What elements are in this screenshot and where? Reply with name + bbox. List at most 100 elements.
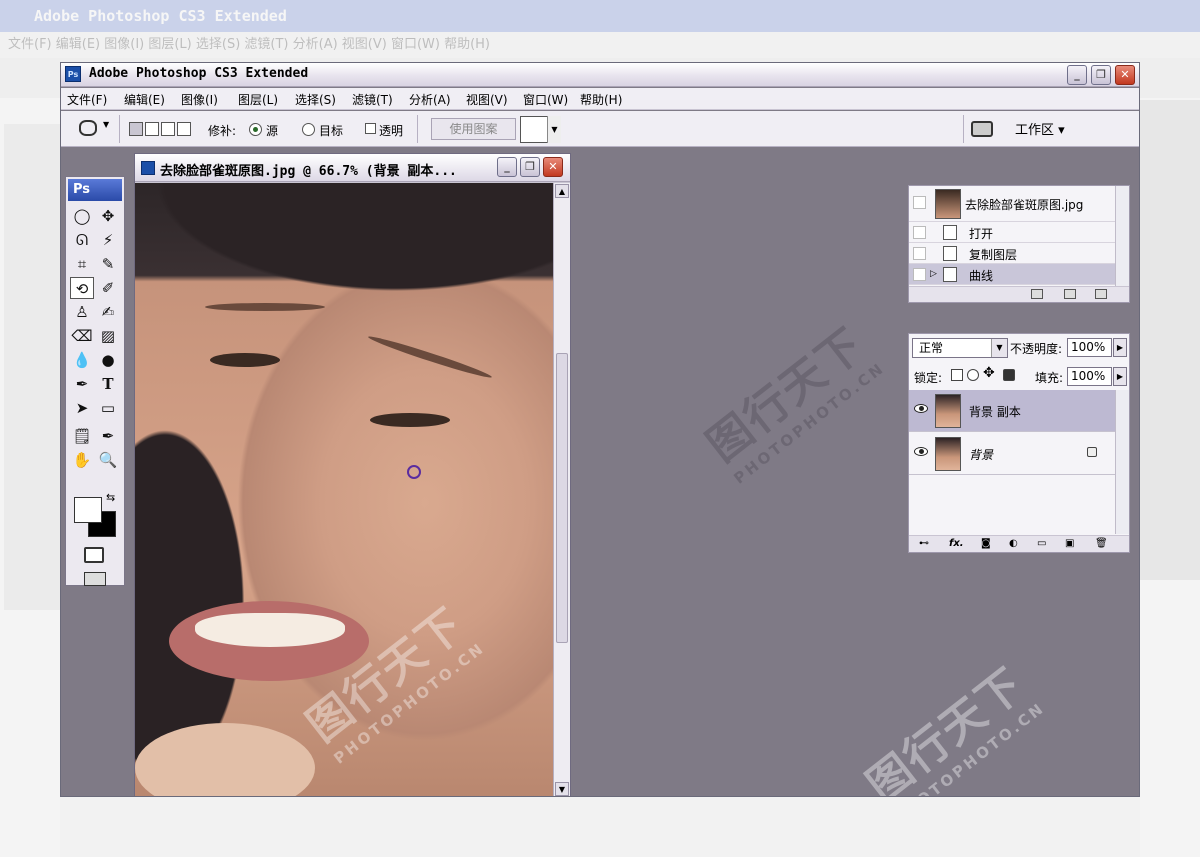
history-item[interactable]: 复制图层 [909, 243, 1115, 264]
menu-file[interactable]: 文件(F) [67, 91, 107, 108]
scroll-up-icon[interactable]: ▲ [555, 184, 569, 198]
menu-analysis[interactable]: 分析(A) [409, 91, 451, 108]
transparent-checkbox[interactable] [365, 123, 376, 134]
new-layer-icon[interactable]: ▣ [1065, 538, 1074, 550]
create-snapshot-icon[interactable] [1064, 289, 1076, 299]
patch-label: 修补: [208, 124, 237, 138]
notes-tool-icon[interactable]: 🗒 [70, 425, 94, 447]
delete-layer-icon[interactable]: 🗑 [1095, 538, 1108, 550]
add-to-selection-icon[interactable] [145, 122, 159, 136]
opacity-input[interactable]: 100% [1067, 338, 1112, 357]
link-layers-icon[interactable]: ⊷ [919, 538, 929, 550]
marquee-tool-icon[interactable]: ◯ [70, 205, 94, 227]
move-tool-icon[interactable]: ✥ [96, 205, 120, 227]
restore-button[interactable]: ❐ [1091, 65, 1111, 85]
doc-close-button[interactable]: ✕ [543, 157, 563, 177]
gradient-tool-icon[interactable]: ▨ [96, 325, 120, 347]
lock-position-icon[interactable]: ✥ [983, 365, 995, 381]
pattern-dropdown-icon[interactable]: ▼ [547, 116, 561, 143]
history-checkbox[interactable] [913, 247, 926, 260]
swap-colors-icon[interactable]: ⇆ [106, 491, 115, 504]
layer-row-selected[interactable]: 背景 副本 [909, 390, 1115, 432]
new-group-icon[interactable]: ▭ [1037, 538, 1046, 550]
opacity-slider-icon[interactable]: ▶ [1113, 338, 1127, 357]
options-bar: ▼ 修补: 源 目标 透明 使用图案 ▼ 工作区 ▾ [61, 111, 1139, 147]
menu-filter[interactable]: 滤镜(T) [352, 91, 393, 108]
shape-tool-icon[interactable]: ▭ [96, 397, 120, 419]
history-brush-tool-icon[interactable]: ✍ [96, 301, 120, 323]
menu-view[interactable]: 视图(V) [466, 91, 508, 108]
lock-transparency-icon[interactable] [951, 369, 963, 381]
new-selection-icon[interactable] [129, 122, 143, 136]
preset-dropdown-icon[interactable]: ▼ [103, 120, 109, 129]
magic-wand-tool-icon[interactable]: ⚡ [96, 229, 120, 251]
history-item[interactable]: 打开 [909, 222, 1115, 243]
use-pattern-button[interactable]: 使用图案 [431, 118, 516, 140]
crop-tool-icon[interactable]: ⌗ [70, 253, 94, 275]
doc-maximize-button[interactable]: ❐ [520, 157, 540, 177]
scroll-down-icon[interactable]: ▼ [555, 782, 569, 796]
subtract-selection-icon[interactable] [161, 122, 175, 136]
add-mask-icon[interactable]: ◙ [981, 538, 991, 550]
history-checkbox[interactable] [913, 226, 926, 239]
menu-edit[interactable]: 编辑(E) [124, 91, 165, 108]
lock-all-icon[interactable] [1003, 369, 1015, 381]
menu-image[interactable]: 图像(I) [181, 91, 218, 108]
close-button[interactable]: ✕ [1115, 65, 1135, 85]
history-checkbox[interactable] [913, 268, 926, 281]
delete-state-icon[interactable] [1095, 289, 1107, 299]
hand-tool-icon[interactable]: ✋ [70, 449, 94, 471]
eraser-tool-icon[interactable]: ⌫ [70, 325, 94, 347]
zoom-tool-icon[interactable]: 🔍 [96, 449, 120, 471]
path-selection-tool-icon[interactable]: ➤ [70, 397, 94, 419]
foreground-color-swatch[interactable] [74, 497, 102, 523]
destination-radio[interactable] [302, 123, 315, 136]
slice-tool-icon[interactable]: ✎ [96, 253, 120, 275]
layer-thumbnail [935, 437, 961, 471]
layer-row[interactable]: 背景 [909, 433, 1115, 475]
file-browser-icon[interactable] [971, 121, 993, 137]
minimize-button[interactable]: _ [1067, 65, 1087, 85]
tools-panel: Ps ◯ ✥ ᘏ ⚡ ⌗ ✎ ⟲ ✐ ♙ ✍ ⌫ ▨ 💧 ● ✒ T ➤ ▭ 🗒… [65, 176, 125, 586]
history-brush-source-icon[interactable] [913, 196, 926, 209]
blend-mode-select[interactable]: 正常 ▼ [912, 338, 1008, 358]
adjustment-layer-icon[interactable]: ◐ [1009, 538, 1018, 550]
layers-scrollbar[interactable] [1115, 390, 1129, 534]
window-titlebar[interactable]: Ps Adobe Photoshop CS3 Extended _ ❐ ✕ [61, 63, 1139, 87]
lasso-tool-icon[interactable]: ᘏ [70, 229, 94, 251]
history-item-selected[interactable]: ▷ 曲线 [909, 264, 1115, 285]
patch-tool-icon[interactable]: ⟲ [70, 277, 94, 299]
source-radio[interactable] [249, 123, 262, 136]
screen-mode-icon[interactable] [84, 572, 106, 586]
blur-tool-icon[interactable]: 💧 [70, 349, 94, 371]
menu-help[interactable]: 帮助(H) [580, 91, 622, 108]
photo-eye-right [370, 413, 450, 427]
brush-tool-icon[interactable]: ✐ [96, 277, 120, 299]
layer-visibility-icon[interactable] [914, 447, 928, 456]
document-titlebar[interactable]: 去除脸部雀斑原图.jpg @ 66.7% (背景 副本... _ ❐ ✕ [135, 154, 570, 182]
workspace-button[interactable]: 工作区 ▾ [1015, 119, 1065, 138]
fill-slider-icon[interactable]: ▶ [1113, 367, 1127, 386]
patch-tool-preset-icon[interactable] [79, 120, 97, 136]
fill-input[interactable]: 100% [1067, 367, 1112, 386]
history-snapshot[interactable]: 去除脸部雀斑原图.jpg [909, 186, 1115, 222]
menu-window[interactable]: 窗口(W) [523, 91, 568, 108]
document-vertical-scrollbar[interactable]: ▲ ▼ [553, 183, 570, 796]
layer-visibility-icon[interactable] [914, 404, 928, 413]
layer-style-icon[interactable]: fx. [949, 538, 964, 550]
history-scrollbar[interactable] [1115, 186, 1129, 286]
dodge-tool-icon[interactable]: ● [96, 349, 120, 371]
doc-minimize-button[interactable]: _ [497, 157, 517, 177]
scroll-thumb[interactable] [556, 353, 568, 643]
pen-tool-icon[interactable]: ✒ [70, 373, 94, 395]
type-tool-icon[interactable]: T [96, 373, 120, 395]
blend-dropdown-icon[interactable]: ▼ [991, 339, 1007, 357]
intersect-selection-icon[interactable] [177, 122, 191, 136]
new-document-from-state-icon[interactable] [1031, 289, 1043, 299]
lock-pixels-icon[interactable] [967, 369, 979, 381]
clone-stamp-tool-icon[interactable]: ♙ [70, 301, 94, 323]
quick-mask-icon[interactable] [84, 547, 104, 563]
menu-layer[interactable]: 图层(L) [238, 91, 278, 108]
eyedropper-tool-icon[interactable]: ✒ [96, 425, 120, 447]
menu-select[interactable]: 选择(S) [295, 91, 336, 108]
